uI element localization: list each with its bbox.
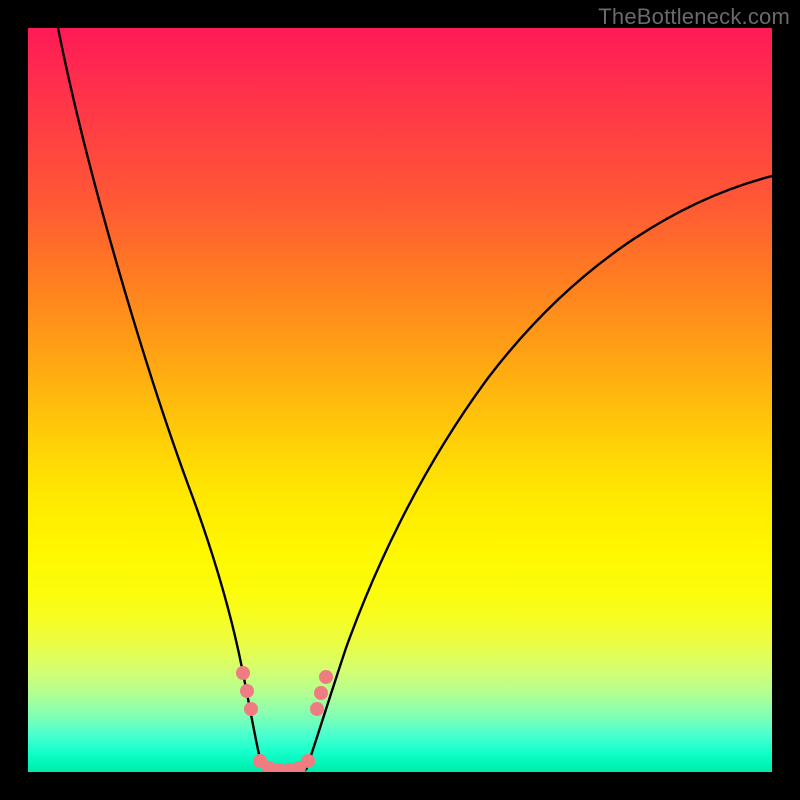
marker-dot: [301, 754, 315, 768]
marker-group-valley: [253, 754, 315, 772]
marker-dot: [236, 666, 250, 680]
chart-plot-area: [28, 28, 772, 772]
marker-dot: [240, 684, 254, 698]
chart-frame: TheBottleneck.com: [0, 0, 800, 800]
watermark-text: TheBottleneck.com: [598, 4, 790, 30]
marker-dot: [310, 702, 324, 716]
marker-group-right: [310, 670, 333, 716]
chart-svg-layer: [28, 28, 772, 772]
bottleneck-curve-right: [306, 176, 772, 770]
marker-dot: [244, 702, 258, 716]
marker-dot: [319, 670, 333, 684]
bottleneck-curve-left: [58, 28, 266, 770]
marker-dot: [314, 686, 328, 700]
marker-group-left: [236, 666, 258, 716]
